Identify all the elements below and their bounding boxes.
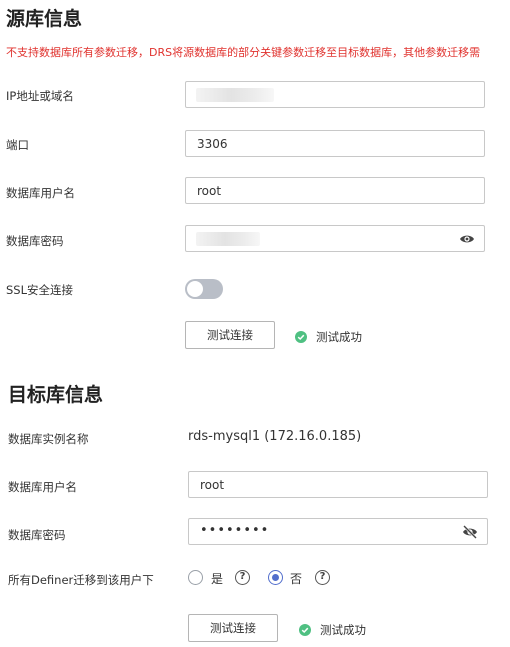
definer-radio-yes-label: 是 (211, 572, 224, 586)
eye-slash-icon[interactable] (462, 525, 478, 539)
source-test-result: 测试成功 (316, 330, 362, 344)
ip-label: IP地址或域名 (6, 89, 74, 103)
ssl-label: SSL安全连接 (6, 283, 74, 297)
help-icon[interactable]: ? (315, 570, 330, 585)
definer-radio-no-label: 否 (290, 572, 303, 586)
target-test-connection-button[interactable]: 测试连接 (188, 614, 278, 642)
target-username-input[interactable]: root (188, 471, 488, 498)
ip-value-blurred (196, 88, 274, 102)
radio-selected-dot (272, 574, 279, 581)
source-password-blurred (196, 232, 260, 246)
definer-radio-no[interactable] (268, 570, 283, 585)
ssl-toggle[interactable] (185, 279, 223, 299)
target-username-label: 数据库用户名 (8, 480, 77, 494)
port-label: 端口 (6, 138, 29, 152)
target-password-input[interactable]: •••••••• (188, 518, 488, 545)
check-circle-icon (299, 624, 311, 636)
target-section-title: 目标库信息 (8, 384, 104, 406)
ip-input[interactable] (185, 81, 485, 108)
help-icon[interactable]: ? (235, 570, 250, 585)
instance-value: rds-mysql1 (172.16.0.185) (188, 429, 362, 444)
ssl-toggle-knob (187, 281, 203, 297)
instance-label: 数据库实例名称 (8, 432, 89, 446)
definer-radio-yes[interactable] (188, 570, 203, 585)
source-username-label: 数据库用户名 (6, 186, 75, 200)
source-username-input[interactable]: root (185, 177, 485, 204)
target-password-value: •••••••• (200, 523, 270, 538)
source-username-value: root (197, 184, 222, 198)
source-password-input[interactable] (185, 225, 485, 252)
target-test-result: 测试成功 (320, 623, 366, 637)
target-username-value: root (200, 478, 225, 492)
definer-label: 所有Definer迁移到该用户下 (8, 573, 154, 587)
port-value: 3306 (197, 137, 228, 151)
source-password-label: 数据库密码 (6, 234, 64, 248)
port-input[interactable]: 3306 (185, 130, 485, 157)
check-circle-icon (295, 331, 307, 343)
source-test-connection-button[interactable]: 测试连接 (185, 321, 275, 349)
target-password-label: 数据库密码 (8, 528, 66, 542)
eye-icon[interactable] (459, 232, 475, 246)
source-warning-text: 不支持数据库所有参数迁移，DRS将源数据库的部分关键参数迁移至目标数据库，其他参… (6, 46, 481, 59)
source-section-title: 源库信息 (6, 8, 83, 30)
